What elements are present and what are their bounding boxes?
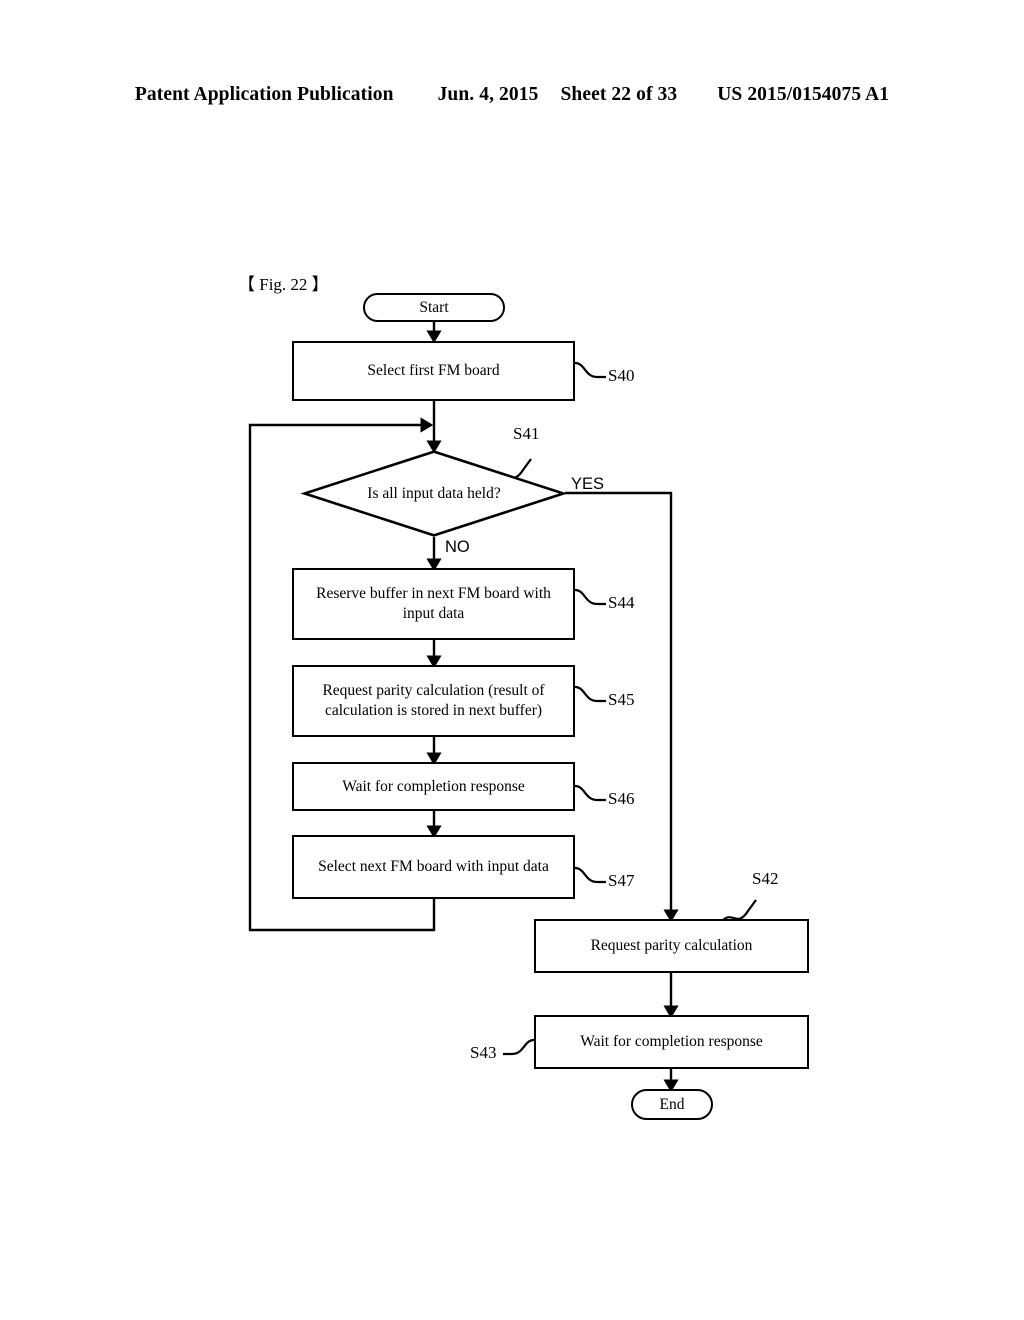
step-ref-s40: S40: [608, 366, 635, 385]
leader-s46: [574, 784, 606, 802]
leader-s43: [503, 1038, 535, 1056]
step-ref-s45: S45: [608, 690, 635, 709]
flow-node-s41-label: Is all input data held?: [367, 484, 501, 502]
leader-s42: [722, 899, 757, 921]
flow-node-s42-label: Request parity calculation: [590, 937, 753, 955]
flow-node-s40-label: Select first FM board: [367, 362, 500, 380]
flow-node-s43[interactable]: Wait for completion response: [534, 1015, 809, 1069]
flow-node-s44[interactable]: Reserve buffer in next FM board with inp…: [292, 568, 575, 640]
flow-node-s40[interactable]: Select first FM board: [292, 341, 575, 401]
step-ref-s41: S41: [513, 424, 540, 443]
flow-node-s42[interactable]: Request parity calculation: [534, 919, 809, 973]
leader-s40: [574, 361, 606, 379]
flow-node-s44-label: Reserve buffer in next FM board with inp…: [316, 585, 551, 622]
flow-node-s45-label: Request parity calculation (result of ca…: [322, 682, 545, 719]
leader-s44: [574, 588, 606, 606]
flow-node-start[interactable]: Start: [363, 293, 505, 322]
flow-node-end-label: End: [659, 1095, 685, 1113]
flow-node-s47-label: Select next FM board with input data: [318, 858, 549, 876]
leader-s47: [574, 866, 606, 884]
flow-node-s41[interactable]: Is all input data held?: [300, 450, 568, 537]
flow-node-s43-label: Wait for completion response: [580, 1033, 763, 1051]
flow-node-s46-label: Wait for completion response: [342, 777, 525, 795]
step-ref-s47: S47: [608, 871, 635, 890]
leader-s45: [574, 685, 606, 703]
step-ref-s42: S42: [752, 869, 779, 888]
flow-node-s47[interactable]: Select next FM board with input data: [292, 835, 575, 899]
step-ref-s43: S43: [470, 1043, 497, 1062]
flowchart-connectors: [248, 321, 757, 1093]
flow-node-end[interactable]: End: [631, 1089, 713, 1120]
step-ref-s44: S44: [608, 593, 635, 612]
flow-node-s46[interactable]: Wait for completion response: [292, 762, 575, 811]
branch-label-no: NO: [445, 538, 470, 556]
branch-label-yes: YES: [571, 475, 605, 493]
flow-node-start-label: Start: [419, 298, 449, 316]
step-ref-s46: S46: [608, 789, 635, 808]
flow-node-s45[interactable]: Request parity calculation (result of ca…: [292, 665, 575, 737]
